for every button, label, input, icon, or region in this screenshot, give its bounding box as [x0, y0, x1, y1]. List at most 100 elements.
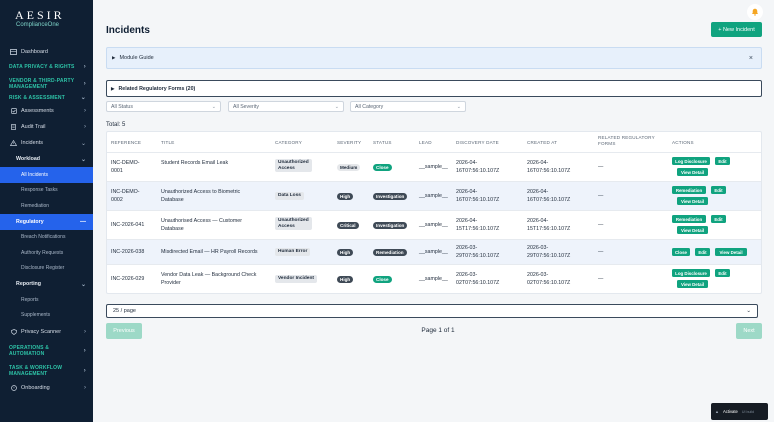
line: INC-DEMO-: [111, 189, 140, 195]
page-indicator: Page 1 of 1: [421, 327, 455, 334]
toast-label: Activate: [722, 409, 738, 414]
sidebar-section-task[interactable]: TASK & WORKFLOW MANAGEMENT ›: [0, 362, 93, 380]
line: 2026-03-: [456, 245, 478, 251]
title-cell: Student Records Email Leak: [161, 160, 229, 166]
sidebar-item-reports[interactable]: Reports: [0, 292, 93, 308]
related-forms-cell: —: [598, 193, 604, 199]
remediation-button[interactable]: Remediation: [672, 215, 706, 223]
close-icon[interactable]: ×: [749, 55, 753, 62]
column-header-status[interactable]: STATUS: [373, 140, 392, 146]
column-header-related-forms[interactable]: RELATED REGULATORY FORMS: [598, 135, 655, 146]
sidebar-item-breach-notifications[interactable]: Breach Notifications: [0, 230, 93, 246]
sidebar-item-response-tasks[interactable]: Response Tasks: [0, 183, 93, 199]
caret-right-icon: ▶: [112, 55, 116, 60]
sidebar-item-label: Audit Trail: [21, 124, 46, 130]
page-size-select[interactable]: 25 / page ⌄: [106, 304, 758, 318]
sidebar-item-privacy-scanner[interactable]: Privacy Scanner ›: [0, 323, 93, 340]
reference-cell: INC-DEMO- 0001: [111, 159, 140, 175]
line: Access: [278, 165, 295, 171]
sidebar-item-assessments[interactable]: Assessments ›: [0, 103, 93, 119]
regulatory-forms-panel[interactable]: ▶ Related Regulatory Forms (20): [106, 80, 762, 97]
created-at-cell: 2026-04- 16T07:56:10.107Z: [527, 188, 570, 204]
sidebar-item-audit-trail[interactable]: Audit Trail ›: [0, 119, 93, 135]
column-header-lead[interactable]: LEAD: [419, 140, 432, 146]
sidebar-section-operations[interactable]: OPERATIONS & AUTOMATION ›: [0, 340, 93, 362]
edit-button[interactable]: Edit: [715, 157, 730, 165]
log-disclosure-button[interactable]: Log Disclosure: [672, 157, 710, 165]
incidents-table: REFERENCE TITLE CATEGORY SEVERITY STATUS…: [106, 131, 762, 294]
notification-bell-icon[interactable]: [747, 4, 763, 20]
dashboard-icon: [10, 49, 17, 56]
discovery-date-cell: 2026-04- 16T07:56:10.107Z: [456, 188, 499, 204]
sidebar-section-vendor[interactable]: VENDOR & THIRD-PARTY MANAGEMENT ›: [0, 75, 93, 92]
sidebar-item-onboarding[interactable]: Onboarding ›: [0, 380, 93, 396]
sidebar-item-authority-requests[interactable]: Authority Requests: [0, 245, 93, 261]
table-row[interactable]: INC-2026-041 Unauthorised Access — Custo…: [107, 210, 761, 239]
column-header-discovery-date[interactable]: DISCOVERY DATE: [456, 140, 499, 146]
view-detail-button[interactable]: View Detail: [677, 280, 708, 288]
status-badge: Investigation: [373, 193, 408, 200]
sidebar-item-supplements[interactable]: Supplements: [0, 308, 93, 324]
category-filter[interactable]: All Category ⌄: [350, 101, 466, 112]
sidebar-item-incidents[interactable]: Incidents ⌄: [0, 135, 93, 151]
sidebar-item-all-incidents[interactable]: All Incidents: [0, 167, 93, 183]
header-line: RELATED REGULATORY: [598, 135, 655, 140]
sidebar-group-regulatory[interactable]: Regulatory —: [0, 213, 93, 230]
new-incident-button[interactable]: + New Incident: [711, 22, 762, 37]
line: 2026-04-: [527, 160, 549, 166]
log-disclosure-button[interactable]: Log Disclosure: [672, 269, 710, 277]
sidebar-item-label: Assessments: [21, 108, 54, 114]
severity-filter[interactable]: All Severity ⌄: [228, 101, 344, 112]
column-header-severity[interactable]: SEVERITY: [337, 140, 361, 146]
module-guide-panel[interactable]: ▶ Module Guide ×: [106, 47, 762, 69]
view-detail-button[interactable]: View Detail: [715, 248, 747, 256]
reference-cell: INC-2026-038: [111, 249, 145, 255]
sidebar-section-privacy[interactable]: DATA PRIVACY & RIGHTS ›: [0, 59, 93, 75]
header-line: FORMS: [598, 140, 616, 146]
sidebar-group-reporting[interactable]: Reporting ⌄: [0, 276, 93, 292]
column-header-title[interactable]: TITLE: [161, 140, 175, 146]
view-detail-button[interactable]: View Detail: [677, 168, 708, 176]
category-tag: Unauthorized Access: [275, 159, 312, 172]
edit-button[interactable]: Edit: [711, 186, 726, 194]
caret-up-icon: ▲: [715, 409, 719, 414]
line: 2026-03-: [456, 272, 478, 278]
column-header-actions: ACTIONS: [672, 140, 694, 145]
chevron-right-icon: ›: [83, 80, 86, 87]
sidebar-section-risk[interactable]: RISK & ASSESSMENT ⌄: [0, 92, 93, 103]
sidebar-item-remediation[interactable]: Remediation: [0, 198, 93, 214]
next-page-button[interactable]: Next: [736, 323, 762, 339]
status-badge: Remediation: [373, 249, 407, 256]
title-cell: Misdirected Email — HR Payroll Records: [161, 249, 258, 255]
assessment-icon: [10, 108, 17, 115]
edit-button[interactable]: Edit: [695, 248, 710, 256]
chevron-right-icon: ›: [84, 328, 86, 335]
category-tag: Vendor Incident: [275, 275, 317, 283]
status-badge: Investigation: [373, 222, 408, 229]
status-filter-value: All Status: [111, 103, 133, 110]
edit-button[interactable]: Edit: [711, 215, 726, 223]
remediation-button[interactable]: Remediation: [672, 186, 706, 194]
table-row[interactable]: INC-DEMO- 0001 Student Records Email Leak…: [107, 152, 761, 181]
related-forms-cell: —: [598, 222, 604, 228]
activate-toast[interactable]: ▲ Activate UI build: [711, 403, 768, 420]
section-label: TASK & WORKFLOW MANAGEMENT: [9, 365, 63, 377]
view-detail-button[interactable]: View Detail: [677, 226, 708, 234]
previous-page-button[interactable]: Previous: [106, 323, 142, 339]
table-row[interactable]: INC-2026-029 Vendor Data Leak — Backgrou…: [107, 264, 761, 293]
line: 15T17:56:10.107Z: [527, 226, 571, 232]
table-row[interactable]: INC-DEMO- 0002 Unauthorized Access to Bio…: [107, 181, 761, 210]
close-incident-button[interactable]: Close: [672, 248, 690, 256]
sidebar-item-dashboard[interactable]: Dashboard: [0, 45, 93, 59]
column-header-reference[interactable]: REFERENCE: [111, 140, 141, 146]
status-filter[interactable]: All Status ⌄: [106, 101, 221, 112]
column-header-category[interactable]: CATEGORY: [275, 140, 302, 146]
chevron-down-icon: ⌄: [211, 103, 216, 110]
sidebar-item-disclosure-register[interactable]: Disclosure Register: [0, 261, 93, 277]
edit-button[interactable]: Edit: [715, 269, 730, 277]
table-row[interactable]: INC-2026-038 Misdirected Email — HR Payr…: [107, 239, 761, 264]
column-header-created-at[interactable]: CREATED AT: [527, 140, 557, 146]
sidebar-group-workload[interactable]: Workload ⌄: [0, 151, 93, 167]
chevron-down-icon: ⌄: [80, 156, 86, 163]
view-detail-button[interactable]: View Detail: [677, 197, 708, 205]
